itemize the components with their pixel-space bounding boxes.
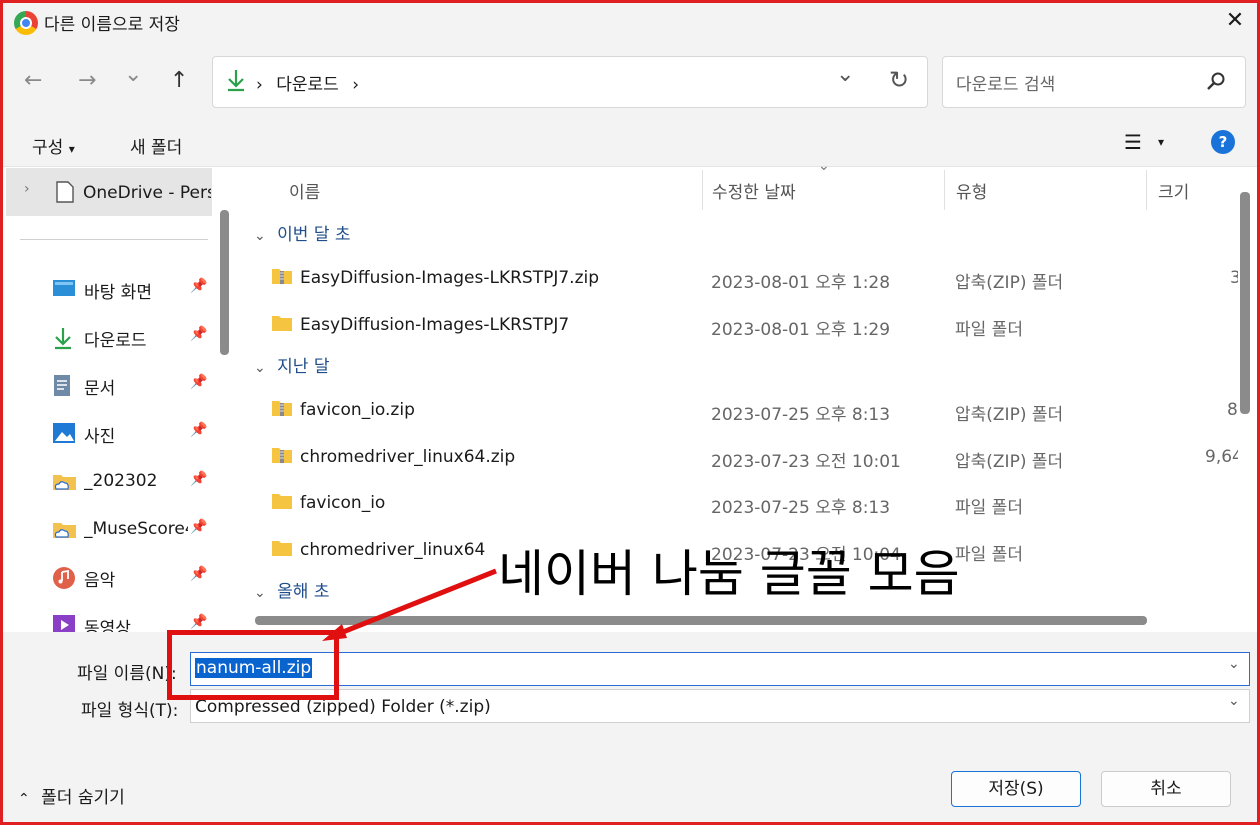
annotation-arrow <box>322 568 497 641</box>
annotation-highlight-box <box>167 630 339 700</box>
annotation-text: 네이버 나눔 글꼴 모음 <box>498 545 960 603</box>
